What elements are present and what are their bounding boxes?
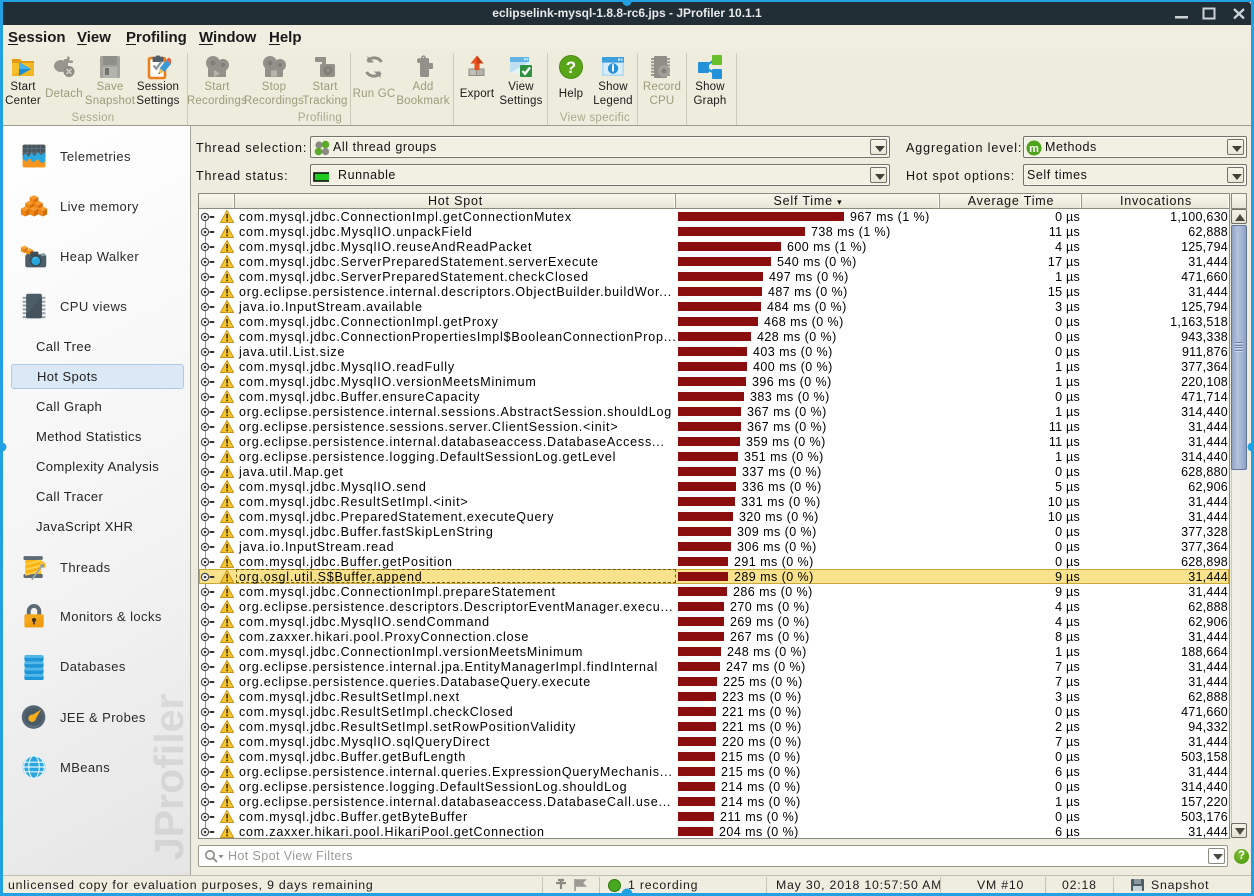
svg-text:m: m [1029, 143, 1039, 155]
